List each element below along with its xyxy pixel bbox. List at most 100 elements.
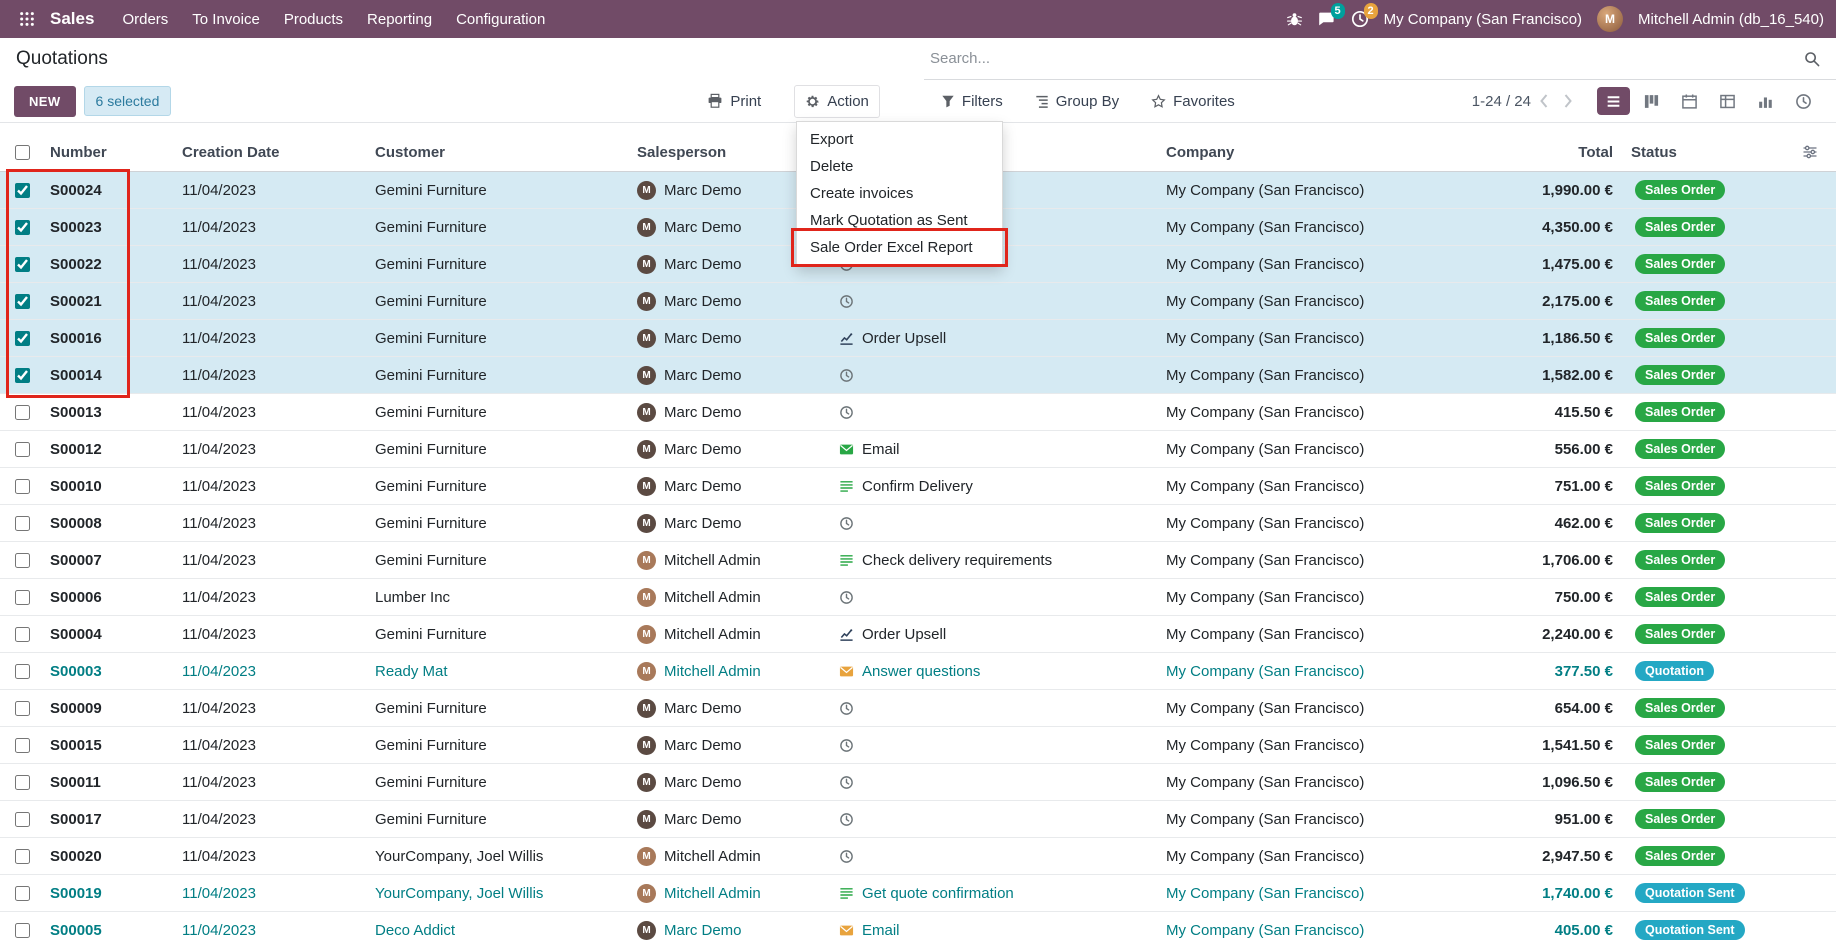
- row-activity-button[interactable]: Email: [833, 922, 1160, 939]
- action-menu-item[interactable]: Sale Order Excel Report: [797, 234, 1002, 261]
- table-row[interactable]: S00015 11/04/2023 Gemini Furniture M Mar…: [0, 727, 1836, 764]
- column-header-company[interactable]: Company: [1160, 144, 1460, 161]
- row-activity-button[interactable]: Email: [833, 441, 1160, 458]
- column-header-creation-date[interactable]: Creation Date: [176, 144, 369, 161]
- user-name[interactable]: Mitchell Admin (db_16_540): [1638, 11, 1824, 28]
- table-row[interactable]: S00011 11/04/2023 Gemini Furniture M Mar…: [0, 764, 1836, 801]
- table-row[interactable]: S00016 11/04/2023 Gemini Furniture M Mar…: [0, 320, 1836, 357]
- pivot-view-icon[interactable]: [1711, 87, 1744, 115]
- action-menu-item[interactable]: Delete: [797, 153, 1002, 180]
- row-checkbox[interactable]: [15, 368, 30, 383]
- column-header-number[interactable]: Number: [44, 144, 176, 161]
- menu-reporting[interactable]: Reporting: [355, 2, 444, 37]
- app-name[interactable]: Sales: [50, 9, 94, 29]
- favorites-button[interactable]: Favorites: [1140, 85, 1246, 118]
- row-checkbox[interactable]: [15, 183, 30, 198]
- action-menu-item[interactable]: Mark Quotation as Sent: [797, 207, 1002, 234]
- list-view-icon[interactable]: [1597, 87, 1630, 115]
- activity-view-icon[interactable]: [1787, 87, 1820, 115]
- menu-configuration[interactable]: Configuration: [444, 2, 557, 37]
- row-activity-button[interactable]: [833, 294, 1160, 309]
- row-activity-button[interactable]: [833, 775, 1160, 790]
- row-activity-button[interactable]: Confirm Delivery: [833, 478, 1160, 495]
- row-activity-button[interactable]: [833, 701, 1160, 716]
- table-row[interactable]: S00003 11/04/2023 Ready Mat M Mitchell A…: [0, 653, 1836, 690]
- pager-previous-icon[interactable]: [1531, 93, 1556, 109]
- group-by-button[interactable]: Group By: [1024, 85, 1130, 118]
- row-activity-button[interactable]: Check delivery requirements: [833, 552, 1160, 569]
- row-checkbox[interactable]: [15, 479, 30, 494]
- user-avatar[interactable]: M: [1597, 6, 1623, 32]
- activities-icon[interactable]: 2: [1351, 10, 1369, 28]
- print-button[interactable]: Print: [696, 85, 772, 118]
- table-row[interactable]: S00012 11/04/2023 Gemini Furniture M Mar…: [0, 431, 1836, 468]
- action-menu-item[interactable]: Export: [797, 126, 1002, 153]
- row-checkbox[interactable]: [15, 405, 30, 420]
- action-menu-item[interactable]: Create invoices: [797, 180, 1002, 207]
- search-input[interactable]: [930, 50, 1796, 67]
- column-header-status[interactable]: Status: [1625, 144, 1771, 161]
- row-checkbox[interactable]: [15, 220, 30, 235]
- row-checkbox[interactable]: [15, 738, 30, 753]
- row-checkbox[interactable]: [15, 849, 30, 864]
- action-button[interactable]: Action: [794, 85, 880, 118]
- table-row[interactable]: S00013 11/04/2023 Gemini Furniture M Mar…: [0, 394, 1836, 431]
- row-activity-button[interactable]: [833, 405, 1160, 420]
- row-activity-button[interactable]: [833, 590, 1160, 605]
- row-activity-button[interactable]: [833, 738, 1160, 753]
- row-checkbox[interactable]: [15, 442, 30, 457]
- column-header-total[interactable]: Total: [1460, 144, 1625, 161]
- row-activity-button[interactable]: Get quote confirmation: [833, 885, 1160, 902]
- row-checkbox[interactable]: [15, 923, 30, 938]
- row-checkbox[interactable]: [15, 553, 30, 568]
- table-row[interactable]: S00014 11/04/2023 Gemini Furniture M Mar…: [0, 357, 1836, 394]
- table-row[interactable]: S00009 11/04/2023 Gemini Furniture M Mar…: [0, 690, 1836, 727]
- row-activity-button[interactable]: Order Upsell: [833, 330, 1160, 347]
- table-row[interactable]: S00019 11/04/2023 YourCompany, Joel Will…: [0, 875, 1836, 912]
- table-row[interactable]: S00007 11/04/2023 Gemini Furniture M Mit…: [0, 542, 1836, 579]
- kanban-view-icon[interactable]: [1635, 87, 1668, 115]
- messages-icon[interactable]: 5: [1318, 10, 1336, 28]
- table-row[interactable]: S00005 11/04/2023 Deco Addict M Marc Dem…: [0, 912, 1836, 940]
- menu-orders[interactable]: Orders: [110, 2, 180, 37]
- menu-products[interactable]: Products: [272, 2, 355, 37]
- table-row[interactable]: S00006 11/04/2023 Lumber Inc M Mitchell …: [0, 579, 1836, 616]
- row-checkbox[interactable]: [15, 812, 30, 827]
- table-row[interactable]: S00010 11/04/2023 Gemini Furniture M Mar…: [0, 468, 1836, 505]
- row-checkbox[interactable]: [15, 331, 30, 346]
- apps-grid-icon[interactable]: [12, 4, 42, 34]
- row-checkbox[interactable]: [15, 590, 30, 605]
- select-all-checkbox[interactable]: [15, 145, 30, 160]
- pager-next-icon[interactable]: [1556, 93, 1581, 109]
- row-checkbox[interactable]: [15, 664, 30, 679]
- graph-view-icon[interactable]: [1749, 87, 1782, 115]
- row-checkbox[interactable]: [15, 627, 30, 642]
- row-checkbox[interactable]: [15, 294, 30, 309]
- new-button[interactable]: NEW: [14, 86, 76, 117]
- column-header-customer[interactable]: Customer: [369, 144, 631, 161]
- menu-to-invoice[interactable]: To Invoice: [180, 2, 272, 37]
- filters-button[interactable]: Filters: [930, 85, 1014, 118]
- table-row[interactable]: S00017 11/04/2023 Gemini Furniture M Mar…: [0, 801, 1836, 838]
- row-checkbox[interactable]: [15, 701, 30, 716]
- row-activity-button[interactable]: [833, 812, 1160, 827]
- row-checkbox[interactable]: [15, 886, 30, 901]
- table-row[interactable]: S00020 11/04/2023 YourCompany, Joel Will…: [0, 838, 1836, 875]
- table-row[interactable]: S00008 11/04/2023 Gemini Furniture M Mar…: [0, 505, 1836, 542]
- row-activity-button[interactable]: Answer questions: [833, 663, 1160, 680]
- calendar-view-icon[interactable]: [1673, 87, 1706, 115]
- debug-bug-icon[interactable]: [1286, 11, 1303, 28]
- company-switcher[interactable]: My Company (San Francisco): [1384, 11, 1582, 28]
- row-activity-button[interactable]: Order Upsell: [833, 626, 1160, 643]
- row-activity-button[interactable]: [833, 516, 1160, 531]
- row-activity-button[interactable]: [833, 849, 1160, 864]
- row-activity-button[interactable]: [833, 368, 1160, 383]
- table-row[interactable]: S00021 11/04/2023 Gemini Furniture M Mar…: [0, 283, 1836, 320]
- search-icon[interactable]: [1804, 51, 1820, 67]
- row-checkbox[interactable]: [15, 257, 30, 272]
- row-checkbox[interactable]: [15, 775, 30, 790]
- selected-count-badge[interactable]: 6 selected: [84, 86, 172, 116]
- row-checkbox[interactable]: [15, 516, 30, 531]
- adjust-columns-icon[interactable]: [1771, 144, 1836, 160]
- table-row[interactable]: S00004 11/04/2023 Gemini Furniture M Mit…: [0, 616, 1836, 653]
